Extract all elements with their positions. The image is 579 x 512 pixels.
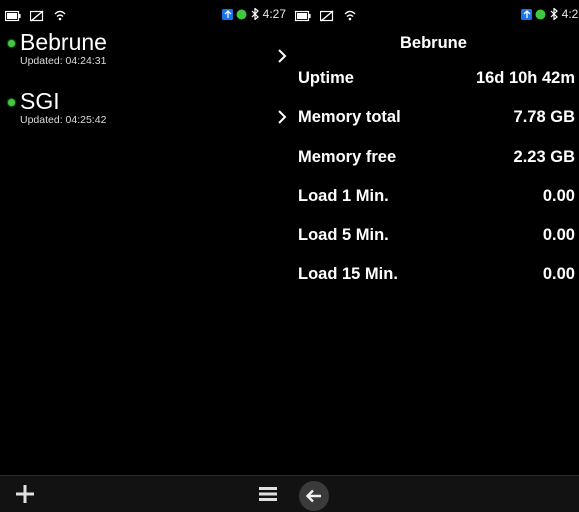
host-updated-time: Updated: 04:25:42 [20, 114, 107, 126]
host-list-item[interactable]: Bebrune Updated: 04:24:31 [8, 30, 107, 68]
online-indicator-icon [8, 99, 15, 106]
toolbar [290, 475, 579, 512]
status-icons-right: 4:27 [221, 6, 286, 22]
add-host-button[interactable] [14, 483, 36, 505]
sim-off-icon [30, 10, 44, 22]
host-detail-screen: 4:26 Bebrune Uptime 16d 10h 42m Memory t… [290, 0, 579, 512]
host-list-screen: 4:27 Bebrune Updated: 04:24:31 SGI Updat… [0, 0, 290, 512]
detail-label: Load 15 Min. [298, 265, 398, 283]
menu-button[interactable] [258, 486, 278, 502]
back-arrow-icon [305, 489, 321, 503]
chevron-right-icon[interactable] [277, 49, 287, 63]
detail-row-load-5: Load 5 Min. 0.00 [298, 226, 575, 248]
detail-value: 16d 10h 42m [475, 69, 575, 87]
detail-value: 0.00 [542, 187, 575, 205]
wifi-icon [54, 11, 66, 21]
status-clock: 4:26 [561, 7, 579, 21]
host-name: SGI [20, 88, 60, 114]
online-indicator-icon [8, 40, 15, 47]
detail-value: 7.78 GB [513, 108, 575, 126]
detail-value: 2.23 GB [513, 148, 575, 166]
detail-row-uptime: Uptime 16d 10h 42m [298, 69, 575, 91]
status-icons-left [295, 7, 361, 22]
sync-icon [520, 8, 532, 20]
detail-row-load-15: Load 15 Min. 0.00 [298, 265, 575, 287]
detail-label: Load 5 Min. [298, 226, 389, 244]
toolbar [0, 475, 290, 512]
online-status-icon [236, 9, 247, 19]
detail-value: 0.00 [542, 265, 575, 283]
bluetooth-icon [251, 8, 259, 20]
detail-row-memory-total: Memory total 7.78 GB [298, 108, 575, 130]
detail-label: Memory free [298, 148, 397, 166]
page-title: Bebrune [400, 34, 467, 52]
status-clock: 4:27 [262, 7, 286, 21]
bluetooth-icon [550, 8, 558, 20]
status-icons-left [5, 7, 71, 22]
chevron-right-icon[interactable] [277, 110, 287, 124]
host-updated-time: Updated: 04:24:31 [20, 55, 107, 67]
detail-value: 0.00 [542, 226, 575, 244]
detail-label: Uptime [298, 69, 354, 87]
status-bar: 4:27 [0, 0, 290, 28]
detail-row-load-1: Load 1 Min. 0.00 [298, 187, 575, 209]
back-button[interactable] [299, 481, 329, 511]
status-icons-right: 4:26 [520, 6, 579, 22]
sync-icon [221, 8, 233, 20]
host-name: Bebrune [20, 29, 107, 55]
detail-label: Memory total [298, 108, 401, 126]
battery-icon [5, 10, 21, 21]
sim-off-icon [320, 10, 334, 22]
wifi-icon [344, 11, 356, 21]
online-status-icon [535, 9, 546, 19]
battery-icon [295, 10, 311, 21]
detail-label: Load 1 Min. [298, 187, 389, 205]
detail-row-memory-free: Memory free 2.23 GB [298, 148, 575, 170]
status-bar: 4:26 [290, 0, 579, 28]
host-list-item[interactable]: SGI Updated: 04:25:42 [8, 89, 106, 127]
